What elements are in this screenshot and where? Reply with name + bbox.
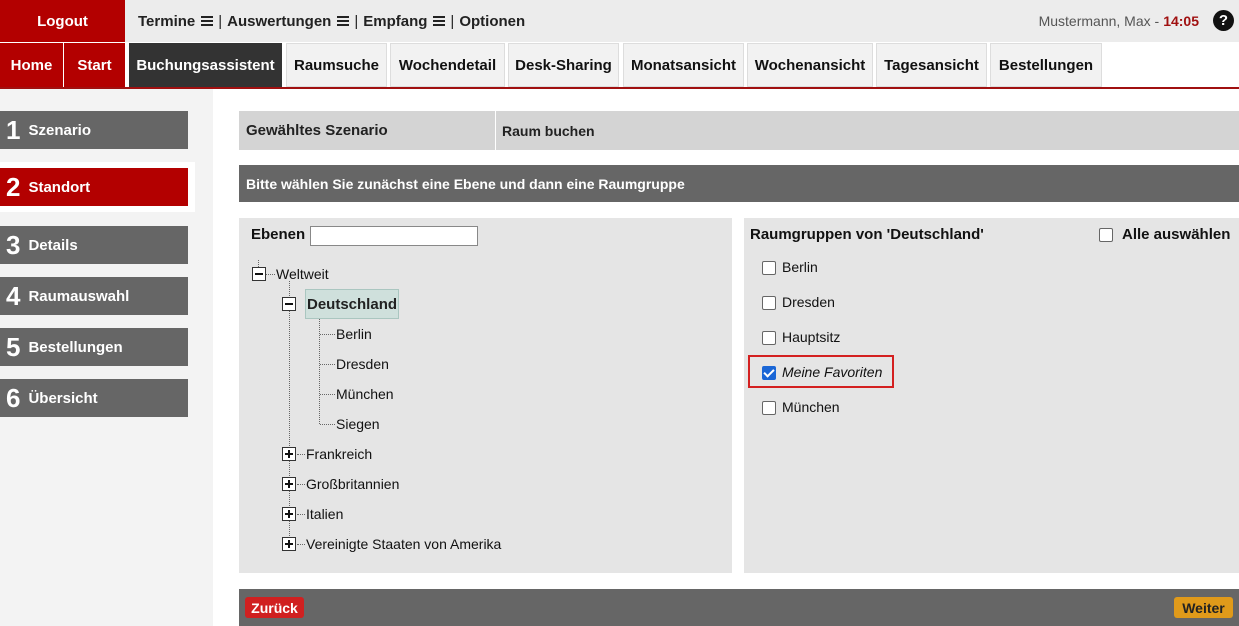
next-button[interactable]: Weiter (1174, 597, 1233, 618)
menu-separator: | (218, 12, 223, 30)
step-number: 2 (6, 171, 21, 202)
tab-raumsuche[interactable]: Raumsuche (286, 43, 387, 87)
menu-termine[interactable]: Termine (138, 12, 214, 30)
tree-node-siegen[interactable]: Siegen (336, 416, 380, 432)
back-button[interactable]: Zurück (245, 597, 304, 618)
hamburger-icon (201, 16, 214, 26)
tab-wochenansicht[interactable]: Wochenansicht (747, 43, 873, 87)
raumgruppe-muenchen-label[interactable]: München (782, 399, 840, 415)
tree-node-frankreich[interactable]: Frankreich (306, 446, 372, 462)
tree-line (320, 394, 335, 395)
top-menu: Termine | Auswertungen | Empfang | Optio… (138, 0, 525, 42)
menu-termine-label: Termine (138, 12, 196, 30)
tree-node-weltweit[interactable]: Weltweit (276, 266, 329, 282)
menu-empfang-label: Empfang (363, 12, 428, 30)
raumgruppe-favoriten-label[interactable]: Meine Favoriten (782, 364, 882, 380)
step-number: 5 (6, 331, 21, 362)
tree-line (320, 334, 335, 335)
ebenen-label: Ebenen (251, 226, 306, 243)
tab-monatsansicht[interactable]: Monatsansicht (623, 43, 744, 87)
step-number: 6 (6, 382, 21, 413)
tree-line (297, 484, 305, 485)
hamburger-icon (433, 16, 446, 26)
tree-line (320, 364, 335, 365)
checkbox-muenchen[interactable] (762, 401, 776, 415)
tree-line (258, 260, 259, 267)
tree-line (320, 424, 335, 425)
tree-line (266, 274, 275, 275)
tree-line (297, 454, 305, 455)
hamburger-icon (337, 16, 350, 26)
tab-desk-sharing[interactable]: Desk-Sharing (508, 43, 619, 87)
menu-empfang[interactable]: Empfang (363, 12, 446, 30)
checkbox-dresden[interactable] (762, 296, 776, 310)
select-all-label[interactable]: Alle auswählen (1122, 226, 1230, 243)
instruction-banner: Bitte wählen Sie zunächst eine Ebene und… (239, 165, 1239, 202)
user-name: Mustermann, Max - (1038, 13, 1160, 29)
checkbox-berlin[interactable] (762, 261, 776, 275)
help-icon[interactable]: ? (1213, 10, 1234, 31)
user-info: Mustermann, Max - 14:05 (1039, 0, 1199, 42)
tree-line (297, 514, 305, 515)
footer-bar (239, 589, 1239, 626)
scenario-label: Gewähltes Szenario (239, 111, 495, 150)
tree-node-deutschland[interactable]: Deutschland (305, 289, 399, 319)
scenario-value: Raum buchen (496, 111, 1239, 150)
menu-separator: | (354, 12, 359, 30)
raumgruppe-berlin-label[interactable]: Berlin (782, 259, 818, 275)
step-label: Bestellungen (28, 338, 123, 356)
tree-node-muenchen[interactable]: München (336, 386, 394, 402)
ebenen-search-input[interactable] (310, 226, 478, 246)
tab-buchungsassistent[interactable]: Buchungsassistent (129, 43, 282, 87)
menu-separator: | (450, 12, 455, 30)
step-label: Raumauswahl (28, 287, 130, 305)
checkbox-meine-favoriten[interactable] (762, 366, 776, 380)
tab-tagesansicht[interactable]: Tagesansicht (876, 43, 987, 87)
step-details[interactable]: 3 Details (0, 226, 188, 264)
logout-button[interactable]: Logout (0, 0, 125, 42)
step-szenario[interactable]: 1 Szenario (0, 111, 188, 149)
step-raumauswahl[interactable]: 4 Raumauswahl (0, 277, 188, 315)
step-label: Standort (28, 178, 91, 196)
checkbox-hauptsitz[interactable] (762, 331, 776, 345)
tree-line (297, 544, 305, 545)
menu-optionen-label: Optionen (459, 12, 526, 30)
raumgruppe-dresden-label[interactable]: Dresden (782, 294, 835, 310)
step-number: 4 (6, 280, 21, 311)
tab-bestellungen[interactable]: Bestellungen (990, 43, 1102, 87)
tab-wochendetail[interactable]: Wochendetail (390, 43, 505, 87)
expand-icon[interactable] (282, 477, 296, 491)
step-standort[interactable]: 2 Standort (0, 168, 188, 206)
raumgruppen-panel (744, 218, 1239, 573)
raumgruppe-hauptsitz-label[interactable]: Hauptsitz (782, 329, 840, 345)
step-label: Übersicht (28, 389, 98, 407)
tree-node-dresden[interactable]: Dresden (336, 356, 389, 372)
tree-node-grossbritannien[interactable]: Großbritannien (306, 476, 399, 492)
expand-icon[interactable] (282, 507, 296, 521)
tree-line (289, 281, 290, 544)
tree-node-berlin[interactable]: Berlin (336, 326, 372, 342)
expand-icon[interactable] (282, 447, 296, 461)
tree-node-usa[interactable]: Vereinigte Staaten von Amerika (306, 536, 501, 552)
step-label: Details (28, 236, 78, 254)
expand-icon[interactable] (282, 537, 296, 551)
step-bestellungen[interactable]: 5 Bestellungen (0, 328, 188, 366)
tree-line (319, 311, 320, 424)
tab-home[interactable]: Home (0, 43, 63, 87)
step-number: 1 (6, 114, 21, 145)
menu-auswertungen[interactable]: Auswertungen (227, 12, 350, 30)
collapse-icon[interactable] (282, 297, 296, 311)
raumgruppen-title: Raumgruppen von 'Deutschland' (750, 226, 984, 243)
menu-optionen[interactable]: Optionen (459, 13, 525, 30)
step-label: Szenario (28, 121, 91, 139)
step-uebersicht[interactable]: 6 Übersicht (0, 379, 188, 417)
collapse-icon[interactable] (252, 267, 266, 281)
clock-time: 14:05 (1163, 13, 1199, 29)
select-all-checkbox[interactable] (1099, 228, 1113, 242)
step-number: 3 (6, 229, 21, 260)
tree-node-italien[interactable]: Italien (306, 506, 343, 522)
tab-start[interactable]: Start (64, 43, 125, 87)
menu-auswertungen-label: Auswertungen (227, 12, 332, 30)
